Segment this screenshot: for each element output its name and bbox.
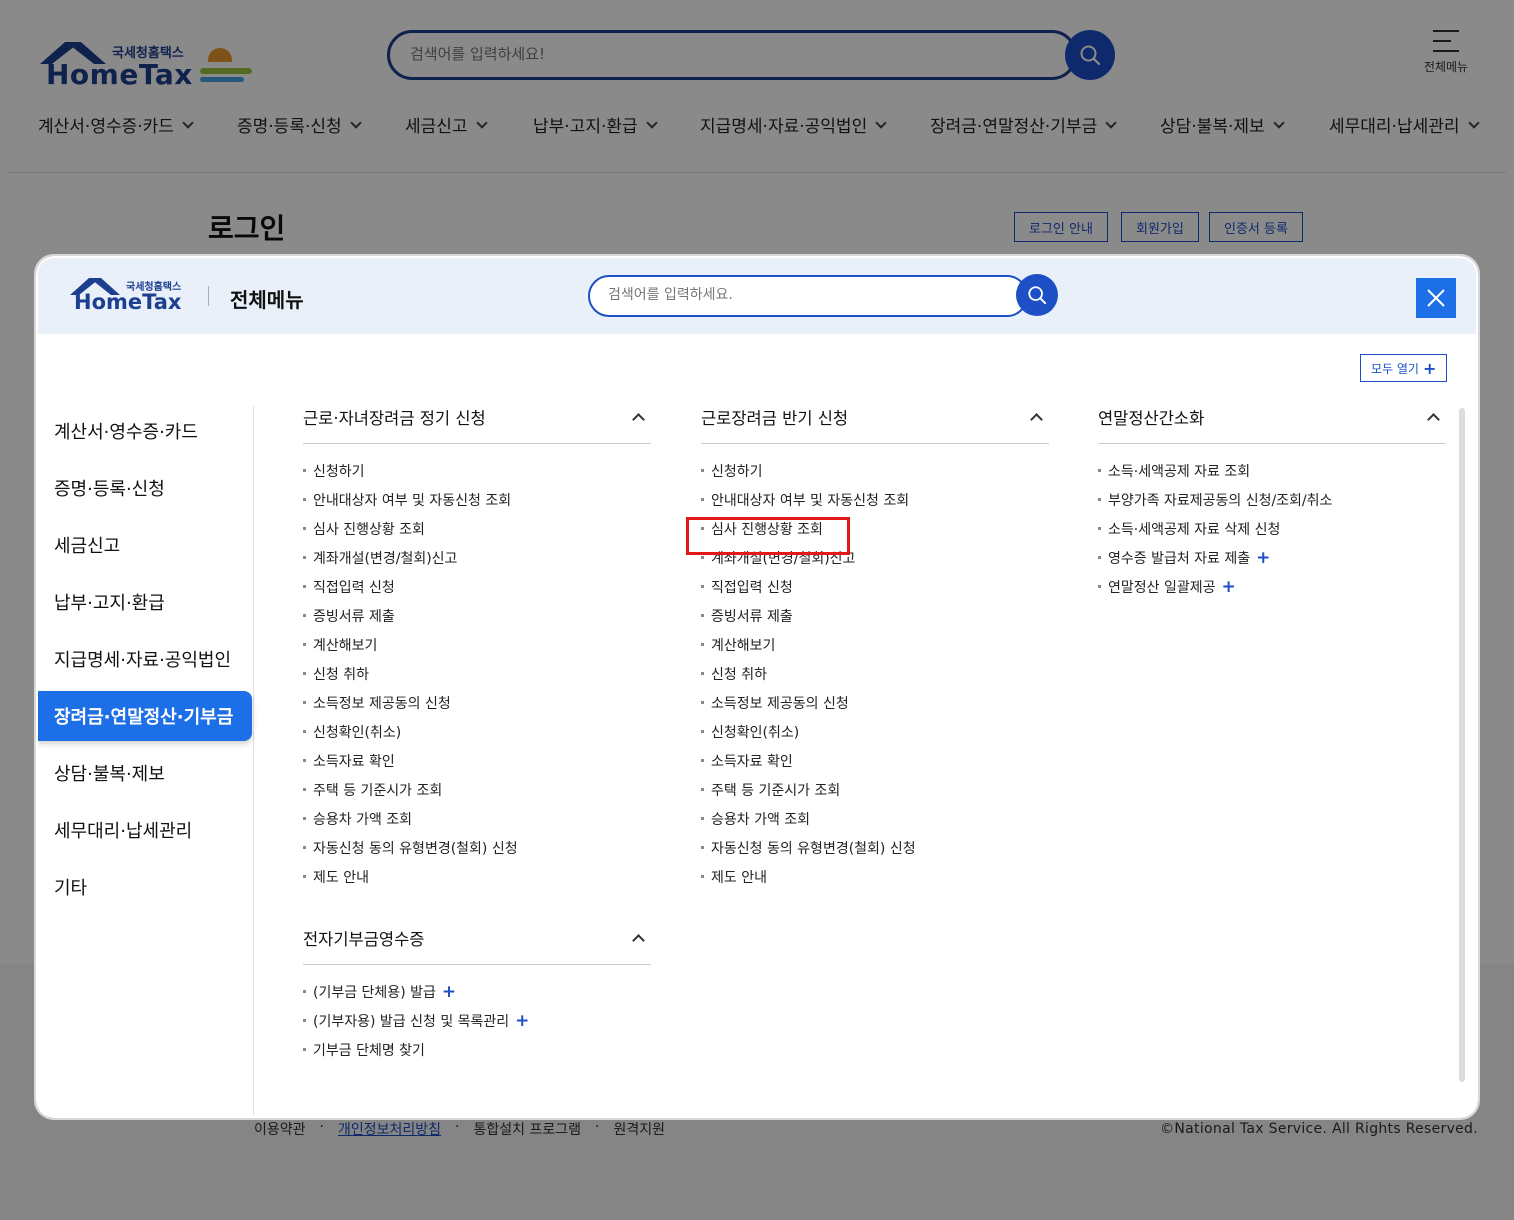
modal-header: 국세청홈택스 HomeTax 전체메뉴: [38, 258, 1476, 334]
side-item-invoice[interactable]: 계산서·영수증·카드: [38, 406, 252, 456]
menu-group-title: 근로장려금 반기 신청: [701, 408, 849, 428]
menu-item[interactable]: 계산해보기: [701, 630, 1049, 659]
expand-plus-icon[interactable]: +: [515, 1011, 529, 1031]
menu-item[interactable]: 계좌개설(변경/철회)신고: [303, 543, 651, 572]
search-icon: [1028, 286, 1047, 305]
chevron-up-icon[interactable]: [1030, 413, 1043, 426]
logo-eng-text: HomeTax: [74, 290, 182, 314]
menu-item[interactable]: 증빙서류 제출: [303, 601, 651, 630]
menu-item-label: 부양가족 자료제공동의 신청/조회/취소: [1108, 492, 1333, 509]
menu-item-label: 기부금 단체명 찾기: [313, 1042, 425, 1059]
menu-group-title: 전자기부금영수증: [303, 929, 425, 949]
menu-item[interactable]: 주택 등 기준시가 조회: [701, 775, 1049, 804]
side-item-etc[interactable]: 기타: [38, 862, 252, 912]
menu-item[interactable]: 자동신청 동의 유형변경(철회) 신청: [303, 833, 651, 862]
menu-group-half-year: 근로장려금 반기 신청 신청하기 안내대상자 여부 및 자동신청 조회 심사 진…: [701, 398, 1049, 891]
menu-group-title: 근로·자녀장려금 정기 신청: [303, 408, 486, 428]
open-all-label: 모두 열기: [1371, 361, 1419, 376]
side-item-certificate[interactable]: 증명·등록·신청: [38, 463, 252, 513]
menu-item[interactable]: 직접입력 신청: [701, 572, 1049, 601]
menu-item[interactable]: 신청하기: [303, 456, 651, 485]
side-item-tax-report[interactable]: 세금신고: [38, 520, 252, 570]
side-item-payment[interactable]: 납부·고지·환급: [38, 577, 252, 627]
menu-item[interactable]: 신청확인(취소): [701, 717, 1049, 746]
menu-item[interactable]: 신청 취하: [303, 659, 651, 688]
menu-group-title: 연말정산간소화: [1098, 408, 1205, 428]
side-item-incentive[interactable]: 장려금·연말정산·기부금: [38, 691, 252, 741]
menu-group-donation-receipt: 전자기부금영수증 (기부금 단체용) 발급 + (기부자용) 발급 신청 및 목록…: [303, 919, 651, 1064]
expand-plus-icon[interactable]: +: [1222, 577, 1236, 597]
menu-item[interactable]: (기부금 단체용) 발급 +: [303, 977, 651, 1006]
menu-item[interactable]: 신청 취하: [701, 659, 1049, 688]
menu-item[interactable]: 기부금 단체명 찾기: [303, 1035, 651, 1064]
menu-item[interactable]: 자동신청 동의 유형변경(철회) 신청: [701, 833, 1049, 862]
open-all-button[interactable]: 모두 열기 +: [1360, 354, 1448, 382]
menu-item[interactable]: 부양가족 자료제공동의 신청/조회/취소: [1098, 485, 1446, 514]
modal-search-button[interactable]: [1016, 274, 1058, 316]
menu-item[interactable]: 제도 안내: [701, 862, 1049, 891]
menu-item[interactable]: 직접입력 신청: [303, 572, 651, 601]
side-item-payment-statement[interactable]: 지급명세·자료·공익법인: [38, 634, 252, 684]
menu-item[interactable]: 소득정보 제공동의 신청: [303, 688, 651, 717]
side-item-tax-agent[interactable]: 세무대리·납세관리: [38, 805, 252, 855]
modal-search-box: [588, 275, 1028, 317]
modal-search-input[interactable]: [608, 287, 1008, 303]
menu-item[interactable]: 계산해보기: [303, 630, 651, 659]
highlight-box: [686, 517, 850, 555]
menu-item[interactable]: 심사 진행상황 조회: [303, 514, 651, 543]
menu-item[interactable]: 신청하기: [701, 456, 1049, 485]
modal-side-nav: 계산서·영수증·카드 증명·등록·신청 세금신고 납부·고지·환급 지급명세·자…: [38, 406, 254, 1116]
menu-group-header[interactable]: 전자기부금영수증: [303, 919, 651, 965]
menu-item[interactable]: 소득자료 확인: [701, 746, 1049, 775]
divider: [208, 286, 209, 306]
scrollbar[interactable]: [1459, 408, 1465, 1082]
menu-item[interactable]: 제도 안내: [303, 862, 651, 891]
menu-item[interactable]: 연말정산 일괄제공 +: [1098, 572, 1446, 601]
menu-item[interactable]: 영수증 발급처 자료 제출 +: [1098, 543, 1446, 572]
menu-group-year-end: 연말정산간소화 소득·세액공제 자료 조회 부양가족 자료제공동의 신청/조회/…: [1098, 398, 1446, 601]
plus-icon: +: [1422, 358, 1437, 378]
menu-group-header[interactable]: 연말정산간소화: [1098, 398, 1446, 444]
menu-item[interactable]: 신청확인(취소): [303, 717, 651, 746]
menu-group-header[interactable]: 근로장려금 반기 신청: [701, 398, 1049, 444]
chevron-up-icon[interactable]: [632, 413, 645, 426]
modal-close-button[interactable]: [1416, 278, 1456, 318]
menu-item[interactable]: 안내대상자 여부 및 자동신청 조회: [701, 485, 1049, 514]
menu-item[interactable]: 소득·세액공제 자료 조회: [1098, 456, 1446, 485]
menu-item-label: 소득·세액공제 자료 삭제 신청: [1108, 521, 1281, 538]
expand-plus-icon[interactable]: +: [1256, 548, 1270, 568]
menu-item-label: (기부금 단체용) 발급: [313, 984, 436, 1001]
menu-item-label: 소득·세액공제 자료 조회: [1108, 463, 1251, 480]
menu-item[interactable]: (기부자용) 발급 신청 및 목록관리 +: [303, 1006, 651, 1035]
menu-item[interactable]: 안내대상자 여부 및 자동신청 조회: [303, 485, 651, 514]
modal-title: 전체메뉴: [230, 288, 304, 312]
all-menu-modal: 국세청홈택스 HomeTax 전체메뉴 모두 열기 + 계산서·영수증·카드 증…: [34, 254, 1480, 1120]
menu-item[interactable]: 승용차 가액 조회: [303, 804, 651, 833]
menu-item[interactable]: 소득정보 제공동의 신청: [701, 688, 1049, 717]
menu-item[interactable]: 주택 등 기준시가 조회: [303, 775, 651, 804]
menu-item-label: (기부자용) 발급 신청 및 목록관리: [313, 1013, 510, 1030]
side-item-consult[interactable]: 상담·불복·제보: [38, 748, 252, 798]
menu-item-label: 영수증 발급처 자료 제출: [1108, 550, 1251, 567]
menu-group-regular: 근로·자녀장려금 정기 신청 신청하기 안내대상자 여부 및 자동신청 조회 심…: [303, 398, 651, 891]
modal-hometax-logo[interactable]: 국세청홈택스 HomeTax: [68, 276, 218, 318]
menu-item[interactable]: 소득·세액공제 자료 삭제 신청: [1098, 514, 1446, 543]
close-icon: [1427, 289, 1445, 307]
menu-item[interactable]: 소득자료 확인: [303, 746, 651, 775]
expand-plus-icon[interactable]: +: [442, 982, 456, 1002]
menu-item[interactable]: 증빙서류 제출: [701, 601, 1049, 630]
menu-item-label: 연말정산 일괄제공: [1108, 579, 1216, 596]
chevron-up-icon[interactable]: [632, 934, 645, 947]
menu-group-header[interactable]: 근로·자녀장려금 정기 신청: [303, 398, 651, 444]
chevron-up-icon[interactable]: [1427, 413, 1440, 426]
menu-item[interactable]: 승용차 가액 조회: [701, 804, 1049, 833]
